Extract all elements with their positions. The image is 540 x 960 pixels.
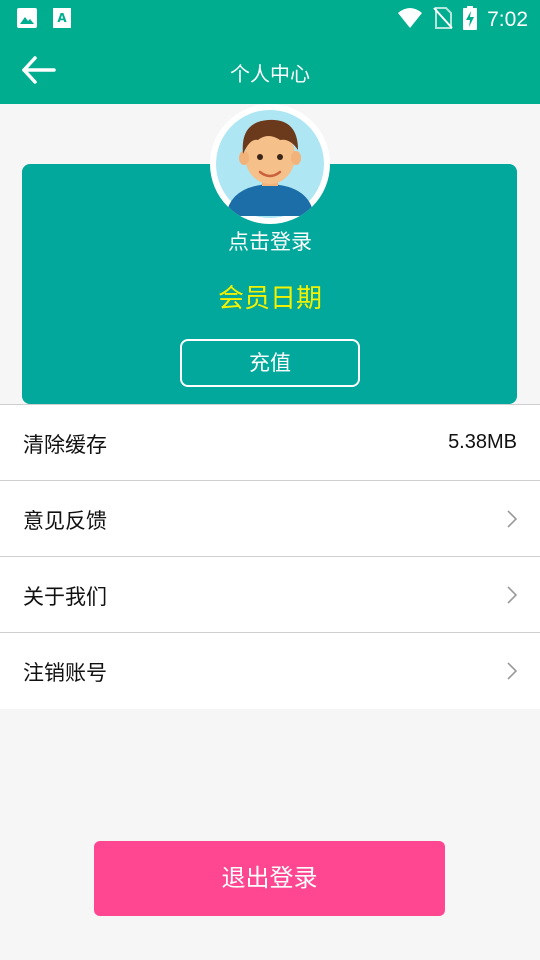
app-bar: 个人中心 (0, 36, 540, 104)
settings-menu: 清除缓存 5.38MB 意见反馈 关于我们 注销账号 (0, 404, 540, 709)
svg-text:A: A (57, 11, 67, 25)
text-icon: A (52, 7, 72, 33)
menu-item-label: 清除缓存 (23, 433, 107, 457)
chevron-right-icon (507, 662, 518, 680)
status-time: 7:02 (487, 8, 528, 31)
battery-charging-icon (463, 6, 478, 34)
status-bar: A 7:02 (0, 0, 540, 36)
chevron-right-icon (507, 510, 518, 528)
page-title: 个人中心 (230, 62, 310, 86)
login-link[interactable]: 点击登录 (0, 226, 540, 256)
menu-item-label: 意见反馈 (23, 509, 107, 533)
image-icon (16, 7, 38, 33)
wifi-icon (397, 7, 423, 33)
menu-item-clear-cache[interactable]: 清除缓存 5.38MB (0, 405, 540, 481)
logout-button[interactable]: 退出登录 (94, 841, 445, 916)
user-avatar-icon (216, 110, 324, 218)
recharge-button[interactable]: 充值 (180, 339, 360, 387)
menu-item-feedback[interactable]: 意见反馈 (0, 481, 540, 557)
cache-size-value: 5.38MB (448, 431, 517, 453)
avatar[interactable] (210, 104, 330, 224)
menu-item-label: 关于我们 (23, 585, 107, 609)
menu-item-delete-account[interactable]: 注销账号 (0, 633, 540, 709)
no-sim-icon (433, 6, 453, 34)
menu-item-label: 注销账号 (23, 661, 107, 685)
menu-item-about-us[interactable]: 关于我们 (0, 557, 540, 633)
chevron-right-icon (507, 586, 518, 604)
member-date-label: 会员日期 (217, 284, 322, 314)
